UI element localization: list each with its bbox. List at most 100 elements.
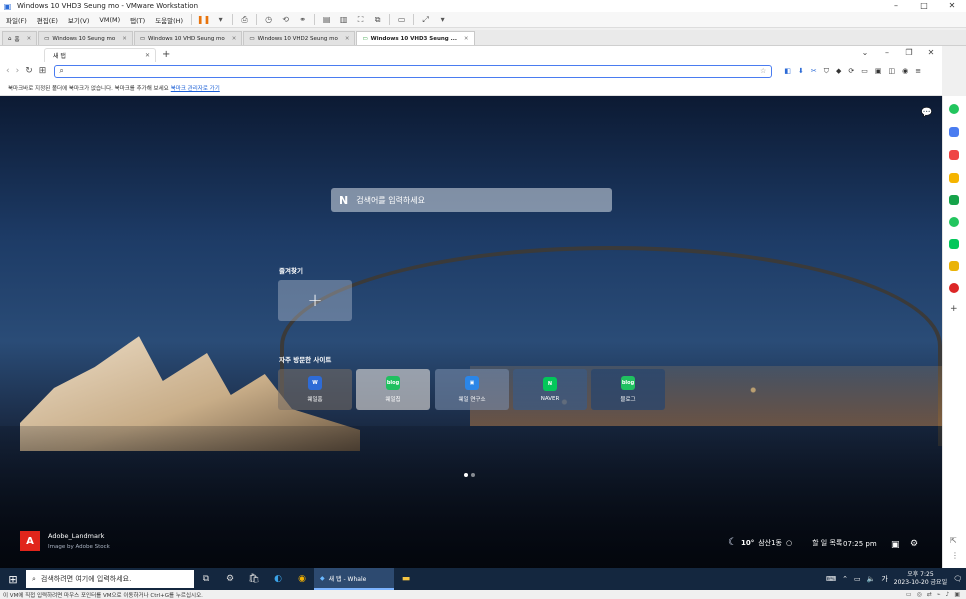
sidebar-app-icon[interactable] (949, 261, 959, 271)
file-explorer-icon[interactable]: ▬ (394, 568, 418, 590)
chevron-down-icon[interactable]: ▾ (437, 14, 448, 25)
close-button[interactable]: ✕ (920, 46, 942, 60)
sidebar-app-icon[interactable] (949, 173, 959, 183)
add-favorite-button[interactable]: + (278, 280, 352, 321)
fullscreen-icon[interactable]: ⛶ (355, 14, 366, 25)
profile-icon[interactable]: ◉ (902, 67, 908, 76)
sync-icon[interactable]: ⟳ (848, 67, 854, 76)
newtab-search-input[interactable]: 검색어를 입력하세요 (356, 195, 425, 206)
minimize-button[interactable]: – (882, 0, 910, 12)
close-icon[interactable]: ✕ (345, 36, 350, 42)
chevron-up-icon[interactable]: ⌃ (842, 575, 848, 583)
taskbar-app-whale[interactable]: ◆ 새 탭 - Whale (314, 568, 394, 590)
menu-icon[interactable]: ≡ (915, 67, 921, 76)
frequent-site-tile[interactable]: W 웨일홈 (278, 369, 352, 410)
frequent-site-tile[interactable]: blog 웨일칩 (356, 369, 430, 410)
settings-icon[interactable]: ⚙ (218, 568, 242, 590)
send-keys-icon[interactable]: ⎙ (239, 14, 250, 25)
app-grid-icon[interactable]: ⊞ (39, 66, 47, 76)
screen-icon[interactable]: ▭ (861, 67, 868, 76)
volume-icon[interactable]: 🔈 (867, 575, 876, 583)
sidebar-add-icon[interactable]: + (950, 304, 958, 314)
minimize-button[interactable]: – (876, 46, 898, 60)
keyboard-icon[interactable]: ⌨ (826, 575, 836, 583)
sidebar-app-icon[interactable] (949, 195, 959, 205)
menu-vm[interactable]: VM(M) (97, 15, 122, 25)
sidebar-app-icon[interactable] (949, 104, 959, 114)
reload-icon[interactable]: ↻ (25, 66, 33, 76)
thumbnail-icon[interactable]: ▥ (338, 14, 349, 25)
bookmark-star-icon[interactable]: ☆ (760, 67, 766, 75)
sidebar-app-icon[interactable] (949, 283, 959, 293)
download-icon[interactable]: ⬇ (798, 67, 804, 76)
vm-tab-home[interactable]: ⌂ 홈 ✕ (2, 31, 38, 45)
close-icon[interactable]: ✕ (122, 36, 127, 42)
network-adapter-icon[interactable]: ⇄ (927, 591, 932, 598)
taskbar-search-box[interactable]: ⌕ 검색하려면 여기에 입력하세요. (26, 570, 194, 588)
notification-icon[interactable]: 🗨 (953, 575, 962, 583)
windows-start-icon[interactable]: ⊞ (0, 568, 26, 590)
image-credit-title[interactable]: Adobe_Landmark (48, 532, 104, 540)
network-icon[interactable]: ▭ (854, 575, 861, 583)
chat-icon[interactable]: 💬 (921, 108, 932, 118)
sidebar-toggle-icon[interactable]: ◫ (888, 67, 895, 76)
sidebar-app-icon[interactable] (949, 217, 959, 227)
sound-icon[interactable]: ♪ (945, 591, 949, 598)
edge-icon[interactable]: ◐ (266, 568, 290, 590)
shield-icon[interactable]: ⛉ (824, 67, 829, 76)
vm-tab[interactable]: ▭ Windows 10 Seung mo ✕ (38, 31, 133, 45)
page-dot-active[interactable] (464, 473, 468, 477)
taskbar-search-input[interactable]: 검색하려면 여기에 입력하세요. (41, 574, 131, 584)
pause-icon[interactable]: ❚❚ (197, 14, 210, 25)
frequent-site-tile[interactable]: ▣ 웨일 연구소 (435, 369, 509, 410)
hdd-icon[interactable]: ▭ (906, 591, 912, 598)
sidebar-app-icon[interactable] (949, 127, 959, 137)
taskbar-clock[interactable]: 오후 7:25 2023-10-20 금요일 (894, 571, 947, 587)
menu-edit[interactable]: 편집(E) (35, 14, 60, 26)
vm-tab-active[interactable]: ▭ Windows 10 VHD3 Seung ... ✕ (356, 31, 475, 45)
store-icon[interactable]: 🛍 (242, 568, 266, 590)
bookmark-manager-link[interactable]: 북마크 관리자로 가기 (171, 84, 220, 92)
menu-view[interactable]: 보기(V) (66, 14, 91, 26)
page-dot[interactable] (471, 473, 475, 477)
library-icon[interactable]: ▤ (321, 14, 332, 25)
sidebar-app-icon[interactable] (949, 239, 959, 249)
sidebar-external-icon[interactable]: ⇱ (950, 536, 957, 545)
console-icon[interactable]: ▭ (396, 14, 407, 25)
restore-button[interactable]: ❐ (898, 46, 920, 60)
stretch-icon[interactable]: ⤢ (420, 14, 431, 25)
chevron-down-icon[interactable]: ▾ (215, 14, 226, 25)
chrome-icon[interactable]: ◉ (290, 568, 314, 590)
sidebar-app-icon[interactable] (949, 150, 959, 160)
ime-indicator[interactable]: 가 (881, 574, 887, 584)
snapshot-icon[interactable]: ◷ (263, 14, 274, 25)
newtab-search-box[interactable]: N 검색어를 입력하세요 (331, 188, 612, 212)
display-icon[interactable]: ▣ (954, 591, 960, 598)
vm-tab[interactable]: ▭ Windows 10 VHD2 Seung mo ✕ (243, 31, 356, 45)
translate-icon[interactable]: ◧ (784, 67, 791, 76)
menu-tabs[interactable]: 탭(T) (128, 14, 147, 26)
weather-widget[interactable]: ☾ 10° 삼산1동 ○ 할 일 목록 (728, 537, 842, 548)
address-bar[interactable]: ⌕ ☆ (54, 64, 773, 78)
close-button[interactable]: ✕ (938, 0, 966, 12)
menu-file[interactable]: 파일(F) (4, 14, 29, 26)
close-icon[interactable]: ✕ (145, 52, 150, 59)
task-view-icon[interactable]: ⧉ (194, 568, 218, 590)
sidebar-more-icon[interactable]: ⋮ (951, 551, 959, 560)
menu-help[interactable]: 도움말(H) (153, 14, 185, 26)
close-icon[interactable]: ✕ (464, 36, 469, 42)
extension-icon[interactable]: ◆ (836, 67, 841, 76)
snapshot-manager-icon[interactable]: ⚭ (297, 14, 308, 25)
unity-icon[interactable]: ⧉ (372, 14, 383, 25)
todo-list-label[interactable]: 할 일 목록 (812, 538, 842, 548)
image-icon[interactable]: ▣ (875, 67, 882, 76)
wallpaper-icon[interactable]: ▣ (891, 540, 900, 550)
tab-list-icon[interactable]: ⌄ (854, 46, 876, 60)
vm-tab[interactable]: ▭ Windows 10 VHD Seung mo ✕ (133, 31, 243, 45)
revert-snapshot-icon[interactable]: ⟲ (280, 14, 291, 25)
usb-icon[interactable]: ⌁ (937, 591, 941, 598)
close-icon[interactable]: ✕ (232, 36, 237, 42)
cd-icon[interactable]: ◎ (917, 591, 922, 598)
capture-icon[interactable]: ✂ (811, 67, 817, 76)
browser-tab-new[interactable]: 새 탭 ✕ (44, 48, 156, 62)
